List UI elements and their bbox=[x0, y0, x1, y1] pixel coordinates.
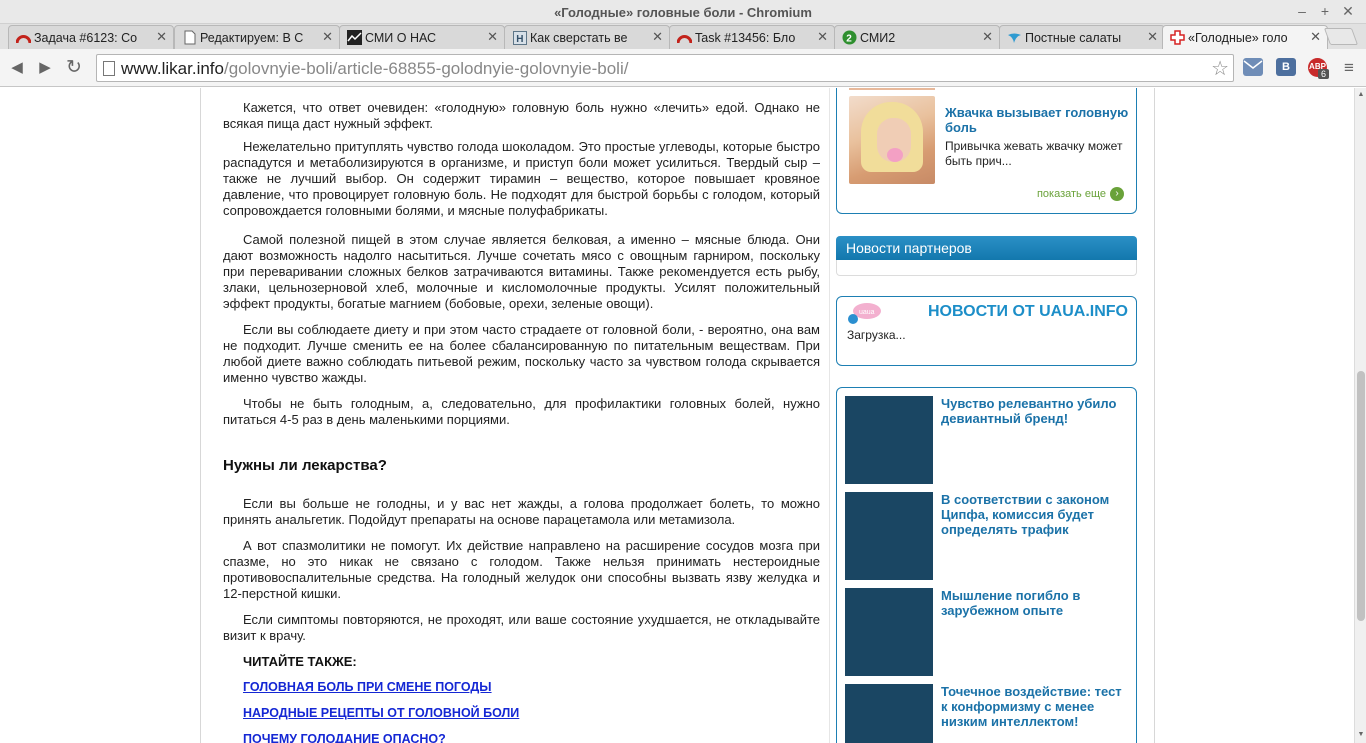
tab-label: Task #13456: Бло bbox=[695, 31, 796, 45]
adblock-count-badge: 6 bbox=[1318, 69, 1330, 79]
uaua-logo-text: uaua bbox=[859, 309, 875, 316]
teaser-box: Жвачка вызывает головную боль Привычка ж… bbox=[836, 88, 1137, 214]
ad-image[interactable] bbox=[845, 684, 933, 743]
tab-3[interactable]: H Как сверстать ве ✕ bbox=[504, 25, 670, 49]
close-window-button[interactable]: ✕ bbox=[1339, 3, 1357, 20]
window-titlebar: «Голодные» головные боли - Chromium – + … bbox=[0, 0, 1366, 24]
show-more-link[interactable]: показать еще › bbox=[1037, 187, 1124, 201]
address-bar[interactable]: www.likar.info/golovnyie-boli/article-68… bbox=[96, 54, 1234, 82]
loading-text: Загрузка... bbox=[847, 328, 906, 342]
article-body: Кажется, что ответ очевиден: «голодную» … bbox=[215, 88, 830, 743]
teaser-image[interactable] bbox=[849, 96, 935, 184]
article-paragraph: Кажется, что ответ очевиден: «голодную» … bbox=[223, 100, 820, 131]
scroll-up-icon[interactable]: ▲ bbox=[1356, 90, 1366, 100]
maximize-button[interactable]: + bbox=[1316, 3, 1334, 19]
close-tab-icon[interactable]: ✕ bbox=[652, 29, 663, 45]
minimize-button[interactable]: – bbox=[1293, 3, 1311, 19]
menu-icon[interactable]: ≡ bbox=[1338, 57, 1360, 79]
ad-title[interactable]: Чувство релевантно убило девиантный брен… bbox=[941, 396, 1127, 426]
url-text[interactable]: www.likar.info/golovnyie-boli/article-68… bbox=[121, 59, 628, 79]
partners-news-header: Новости партнеров bbox=[836, 236, 1137, 260]
tab-label: Постные салаты bbox=[1025, 31, 1122, 45]
article-paragraph: Если вы больше не голодны, и у вас нет ж… bbox=[223, 496, 820, 527]
close-tab-icon[interactable]: ✕ bbox=[1147, 29, 1158, 45]
tab-2[interactable]: СМИ О НАС ✕ bbox=[339, 25, 505, 49]
url-domain: www.likar.info bbox=[121, 59, 224, 78]
sidebar: Жвачка вызывает головную боль Привычка ж… bbox=[836, 88, 1138, 743]
tab-label: Редактируем: В С bbox=[200, 31, 304, 45]
redmine-icon bbox=[677, 30, 692, 45]
page-viewport: Кажется, что ответ очевиден: «голодную» … bbox=[0, 88, 1354, 743]
tab-strip: Задача #6123: Со ✕ Редактируем: В С ✕ СМ… bbox=[0, 24, 1366, 49]
previous-teaser-image bbox=[849, 88, 935, 90]
uaua-news-title[interactable]: НОВОСТИ ОТ UAUA.INFO bbox=[928, 303, 1128, 321]
show-more-label: показать еще bbox=[1036, 187, 1106, 200]
partners-news-body bbox=[836, 260, 1137, 276]
article-paragraph: А вот спазмолитики не помогут. Их действ… bbox=[223, 538, 820, 601]
tab-label: СМИ2 bbox=[860, 31, 896, 45]
browser-toolbar: ◀ ▶ ↻ www.likar.info/golovnyie-boli/arti… bbox=[0, 49, 1366, 87]
back-arrow-icon[interactable]: ◀ bbox=[6, 57, 28, 79]
tab-label: «Голодные» голо bbox=[1188, 31, 1288, 45]
smi2-icon: 2 bbox=[842, 30, 857, 45]
new-tab-button[interactable] bbox=[1323, 28, 1359, 45]
tab-label: СМИ О НАС bbox=[365, 31, 437, 45]
tab-7-active[interactable]: «Голодные» голо ✕ bbox=[1162, 25, 1328, 49]
tab-0[interactable]: Задача #6123: Со ✕ bbox=[8, 25, 174, 49]
reload-icon[interactable]: ↻ bbox=[63, 57, 85, 79]
teaser-description: Привычка жевать жвачку может быть прич..… bbox=[945, 139, 1123, 168]
svg-text:H: H bbox=[516, 34, 523, 45]
section-heading: Нужны ли лекарства? bbox=[223, 457, 387, 474]
article-paragraph: Нежелательно притуплять чувство голода ш… bbox=[223, 139, 820, 218]
article-paragraph: Самой полезной пищей в этом случае являе… bbox=[223, 232, 820, 311]
close-tab-icon[interactable]: ✕ bbox=[1310, 29, 1321, 45]
page-scrollbar[interactable]: ▲ ▼ bbox=[1354, 88, 1366, 743]
tab-4[interactable]: Task #13456: Бло ✕ bbox=[669, 25, 835, 49]
red-cross-icon bbox=[1170, 30, 1185, 45]
close-tab-icon[interactable]: ✕ bbox=[322, 29, 333, 45]
vk-icon[interactable]: В bbox=[1276, 58, 1296, 76]
window-title: «Голодные» головные боли - Chromium bbox=[554, 5, 812, 20]
tab-label: Как сверстать ве bbox=[530, 31, 628, 45]
teaser-title[interactable]: Жвачка вызывает головную боль bbox=[945, 105, 1130, 135]
ad-title[interactable]: Точечное воздействие: тест к конформизму… bbox=[941, 684, 1127, 729]
tab-1[interactable]: Редактируем: В С ✕ bbox=[174, 25, 340, 49]
bird-icon bbox=[1007, 30, 1022, 45]
uaua-news-box: uaua НОВОСТИ ОТ UAUA.INFO Загрузка... bbox=[836, 296, 1137, 366]
ad-image[interactable] bbox=[845, 492, 933, 580]
page-icon bbox=[182, 30, 197, 45]
chart-icon bbox=[347, 30, 362, 45]
forward-arrow-icon[interactable]: ▶ bbox=[34, 57, 56, 79]
page-icon bbox=[103, 61, 115, 76]
mail-icon[interactable] bbox=[1243, 58, 1263, 76]
url-path: /golovnyie-boli/article-68855-golodnyie-… bbox=[223, 59, 629, 78]
close-tab-icon[interactable]: ✕ bbox=[156, 29, 167, 45]
ad-image[interactable] bbox=[845, 588, 933, 676]
bookmark-star-icon[interactable]: ☆ bbox=[1211, 56, 1229, 81]
tab-5[interactable]: 2 СМИ2 ✕ bbox=[834, 25, 1000, 49]
related-link[interactable]: ГОЛОВНАЯ БОЛЬ ПРИ СМЕНЕ ПОГОДЫ bbox=[243, 680, 492, 694]
read-also-label: ЧИТАЙТЕ ТАКЖЕ: bbox=[243, 654, 357, 669]
close-tab-icon[interactable]: ✕ bbox=[487, 29, 498, 45]
h-icon: H bbox=[512, 30, 527, 45]
redmine-icon bbox=[16, 30, 31, 45]
article-paragraph: Если вы соблюдаете диету и при этом част… bbox=[223, 322, 820, 385]
article-paragraph: Если симптомы повторяются, не проходят, … bbox=[223, 612, 820, 643]
close-tab-icon[interactable]: ✕ bbox=[817, 29, 828, 45]
ad-title[interactable]: Мышление погибло в зарубежном опыте bbox=[941, 588, 1127, 618]
uaua-logo-icon[interactable]: uaua bbox=[845, 301, 883, 327]
ad-title[interactable]: В соответствии с законом Ципфа, комиссия… bbox=[941, 492, 1127, 537]
ad-news-box: Чувство релевантно убило девиантный брен… bbox=[836, 387, 1137, 743]
related-link[interactable]: НАРОДНЫЕ РЕЦЕПТЫ ОТ ГОЛОВНОЙ БОЛИ bbox=[243, 706, 519, 720]
tab-label: Задача #6123: Со bbox=[34, 31, 138, 45]
svg-text:2: 2 bbox=[846, 34, 852, 45]
close-tab-icon[interactable]: ✕ bbox=[982, 29, 993, 45]
tab-6[interactable]: Постные салаты ✕ bbox=[999, 25, 1165, 49]
related-link[interactable]: ПОЧЕМУ ГОЛОДАНИЕ ОПАСНО? bbox=[243, 732, 446, 743]
ad-image[interactable] bbox=[845, 396, 933, 484]
article-paragraph: Чтобы не быть голодным, а, следовательно… bbox=[223, 396, 820, 427]
scroll-down-icon[interactable]: ▼ bbox=[1356, 730, 1366, 740]
chevron-right-icon: › bbox=[1110, 187, 1124, 201]
scrollbar-thumb[interactable] bbox=[1357, 371, 1365, 621]
